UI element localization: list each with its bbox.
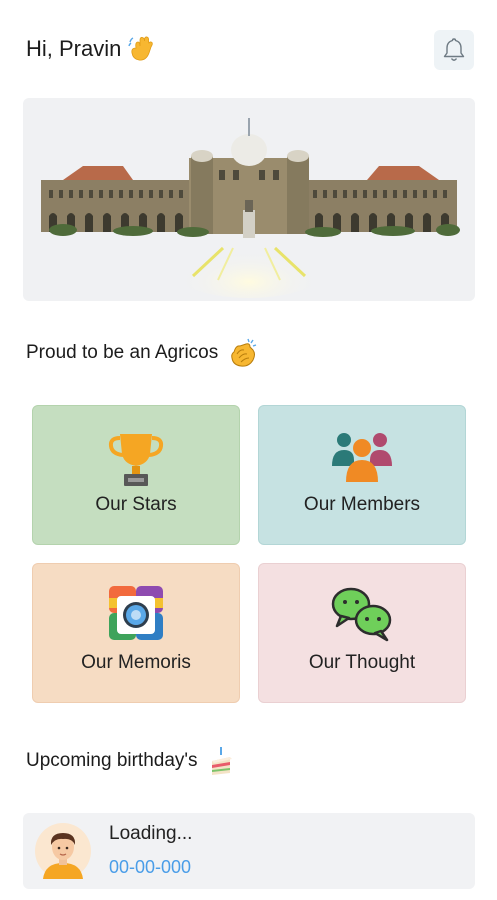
- group-members-icon: [332, 433, 392, 482]
- chat-bubbles-icon: [331, 587, 392, 642]
- tagline-text: Proud to be an Agricos: [26, 342, 219, 363]
- our-members-tile[interactable]: Our Members: [258, 405, 466, 545]
- trophy-icon: [108, 434, 164, 486]
- our-memoris-tile[interactable]: Our Memoris: [32, 563, 240, 703]
- waving-hand-icon: [128, 36, 154, 61]
- birthday-date: 00-00-000: [109, 857, 192, 877]
- college-building-image: [41, 118, 460, 298]
- birthday-name: Loading...: [109, 823, 193, 844]
- birthday-heading-text: Upcoming birthday's: [26, 750, 198, 771]
- birthday-card[interactable]: Loading... 00-00-000: [23, 813, 475, 889]
- greeting: Hi, Pravin: [26, 34, 157, 64]
- greeting-text: Hi, Pravin: [26, 36, 122, 61]
- tagline: Proud to be an Agricos: [26, 336, 260, 370]
- our-members-label: Our Members: [303, 494, 421, 515]
- notification-button[interactable]: [434, 30, 474, 70]
- our-memoris-label: Our Memoris: [81, 652, 191, 673]
- birthday-heading: Upcoming birthday's: [26, 745, 234, 777]
- cake-icon: [211, 747, 232, 775]
- user-avatar: [35, 823, 91, 879]
- our-stars-label: Our Stars: [95, 494, 177, 515]
- header: Hi, Pravin: [26, 30, 474, 70]
- bell-icon: [443, 38, 465, 61]
- photo-gallery-icon: [109, 586, 163, 640]
- our-thought-label: Our Thought: [308, 652, 416, 673]
- our-thought-tile[interactable]: Our Thought: [258, 563, 466, 703]
- college-banner: [23, 98, 475, 301]
- our-stars-tile[interactable]: Our Stars: [32, 405, 240, 545]
- clapping-hands-icon: [231, 338, 257, 367]
